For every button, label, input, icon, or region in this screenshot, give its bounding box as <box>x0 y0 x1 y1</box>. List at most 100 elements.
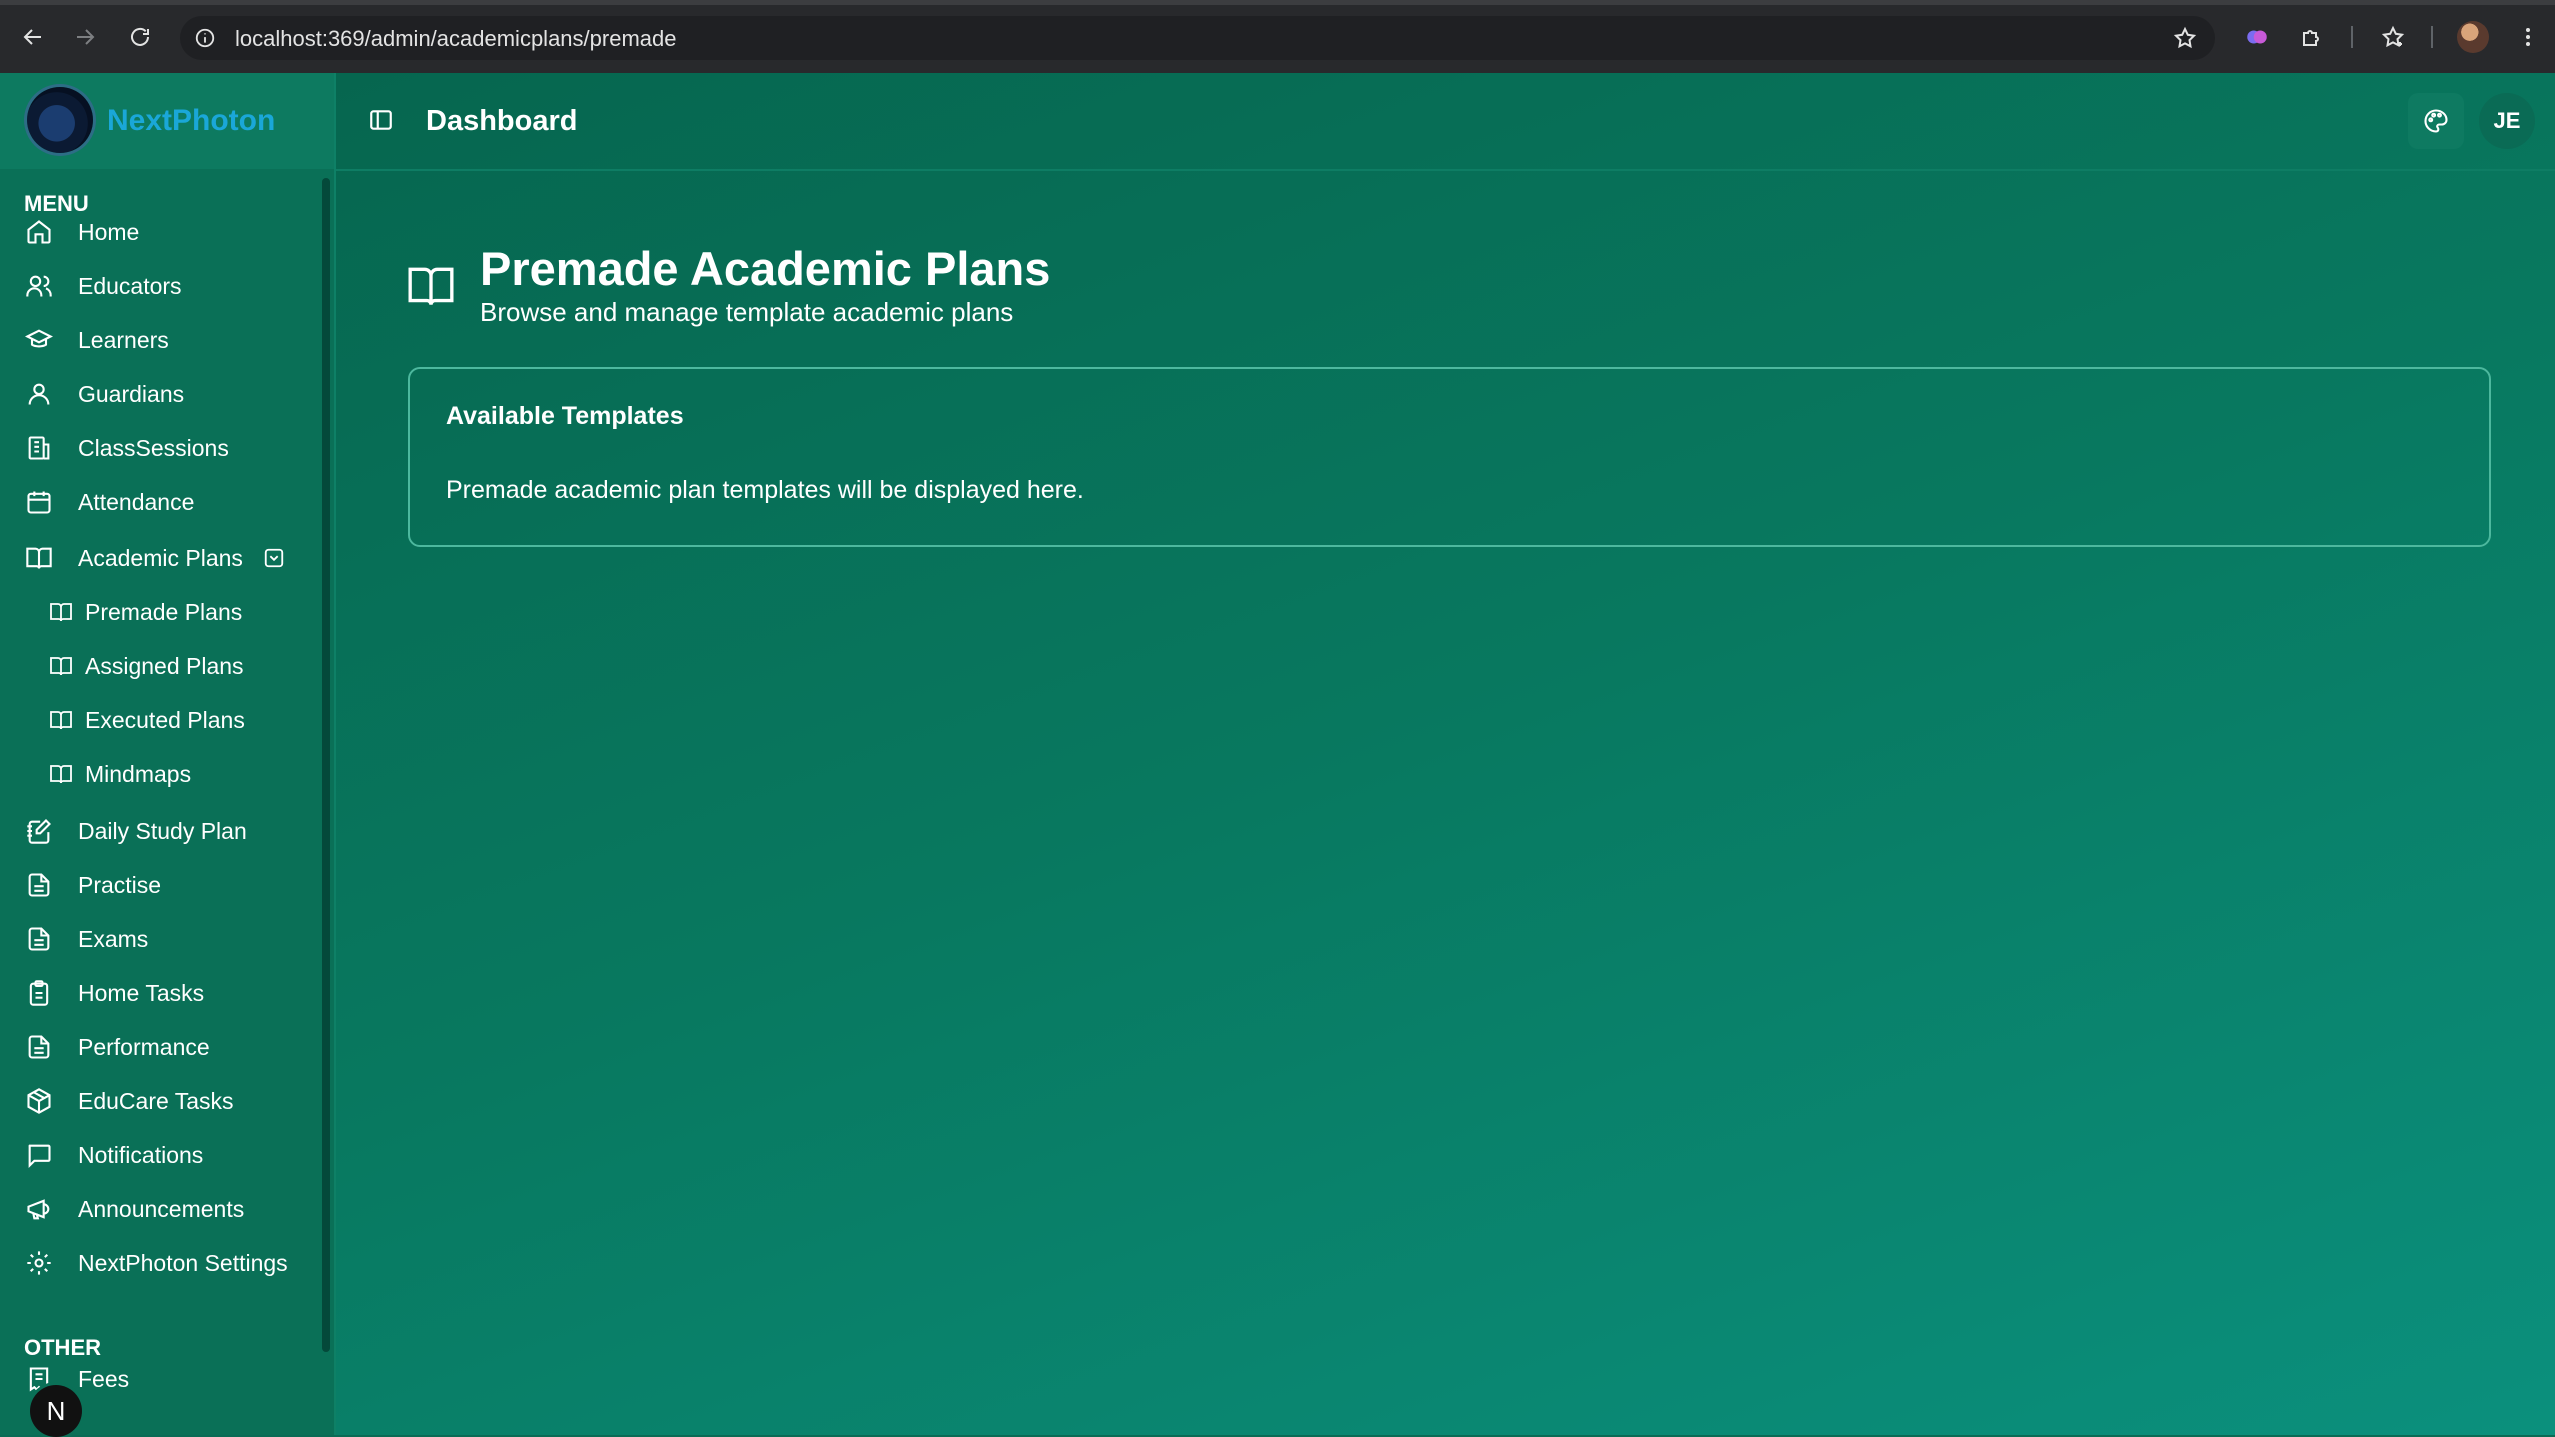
page-title: Premade Academic Plans <box>480 242 1051 295</box>
sidebar-item-daily-study-plan[interactable]: Daily Study Plan <box>24 811 247 851</box>
sidebar-subitem-premade-plans[interactable]: Premade Plans <box>48 592 242 632</box>
sidebar-item-label: Daily Study Plan <box>78 817 247 844</box>
sidebar-item-label: Announcements <box>78 1195 245 1222</box>
arrow-right-icon <box>77 29 95 45</box>
clipboard-icon <box>24 978 54 1008</box>
sidebar-item-announcements[interactable]: Announcements <box>24 1189 244 1229</box>
back-button[interactable] <box>18 22 48 52</box>
sidebar-item-label: Home <box>78 218 140 245</box>
message-square-icon <box>24 1140 54 1170</box>
user-icon <box>24 379 54 409</box>
sidebar-item-home-tasks[interactable]: Home Tasks <box>24 973 204 1013</box>
toolbar-separator <box>2351 26 2353 48</box>
book-open-icon <box>24 543 54 573</box>
home-icon <box>24 217 54 247</box>
sidebar-item-learners[interactable]: Learners <box>24 320 169 360</box>
sidebar-menu: MENU Home Educators Learners Guardians C… <box>0 169 334 1435</box>
address-bar[interactable]: localhost:369/admin/academicplans/premad… <box>180 16 2215 60</box>
forward-button[interactable] <box>70 22 100 52</box>
sidebar-item-educators[interactable]: Educators <box>24 266 182 306</box>
browser-menu-icon[interactable] <box>2513 22 2543 52</box>
sidebar-item-label: Fees <box>78 1365 130 1392</box>
sidebar-item-label: Performance <box>78 1033 210 1060</box>
sidebar-scrollbar[interactable] <box>322 178 330 1352</box>
sidebar-toggle-button[interactable] <box>368 107 394 133</box>
extension-brain-icon[interactable] <box>2242 22 2272 52</box>
sidebar-item-performance[interactable]: Performance <box>24 1027 210 1067</box>
sidebar-item-label: ClassSessions <box>78 434 229 461</box>
brand-logo <box>27 87 93 153</box>
sidebar-item-label: Learners <box>78 326 169 353</box>
url-text[interactable]: localhost:369/admin/academicplans/premad… <box>235 26 676 52</box>
book-open-icon <box>48 707 74 733</box>
other-section-title: OTHER <box>24 1335 101 1360</box>
sidebar-item-label: Educators <box>78 272 182 299</box>
app-root: NextPhoton MENU Home Educators Learners … <box>0 73 2555 1437</box>
sidebar-subitem-label: Mindmaps <box>85 760 192 787</box>
extensions-puzzle-icon[interactable] <box>2297 22 2327 52</box>
sidebar-subitem-mindmaps[interactable]: Mindmaps <box>48 754 191 794</box>
tab-strip-edge <box>0 0 2555 5</box>
reload-icon <box>131 27 149 46</box>
card-title: Available Templates <box>446 402 684 430</box>
sidebar-item-label: Notifications <box>78 1141 204 1168</box>
sidebar-item-label: EduCare Tasks <box>78 1087 234 1114</box>
templates-card: Available Templates Premade academic pla… <box>408 367 2491 547</box>
sidebar-item-label: Academic Plans <box>78 544 243 571</box>
sidebar-item-nextphoton-settings[interactable]: NextPhoton Settings <box>24 1243 288 1283</box>
toolbar-separator <box>2431 26 2433 48</box>
book-open-icon <box>48 599 74 625</box>
sidebar-item-label: Attendance <box>78 488 195 515</box>
sidebar-subitem-assigned-plans[interactable]: Assigned Plans <box>48 646 244 686</box>
site-info-icon[interactable] <box>194 27 216 49</box>
palette-icon <box>2424 109 2448 133</box>
users-icon <box>24 271 54 301</box>
graduation-cap-icon <box>24 325 54 355</box>
sidebar-item-label: NextPhoton Settings <box>78 1249 288 1276</box>
megaphone-icon <box>24 1194 54 1224</box>
browser-profile-avatar[interactable] <box>2457 21 2489 53</box>
building-icon <box>24 433 54 463</box>
file-text-icon <box>24 924 54 954</box>
sidebar-item-classsessions[interactable]: ClassSessions <box>24 428 229 468</box>
book-open-icon <box>48 761 74 787</box>
sidebar-item-educare-tasks[interactable]: EduCare Tasks <box>24 1081 234 1121</box>
sidebar-item-practise[interactable]: Practise <box>24 865 161 905</box>
file-text-icon <box>24 870 54 900</box>
brand-name: NextPhoton <box>107 104 276 137</box>
arrow-left-icon <box>23 29 41 45</box>
user-avatar[interactable]: JE <box>2479 93 2535 149</box>
header-title: Dashboard <box>426 105 578 137</box>
book-open-icon <box>406 261 456 311</box>
sidebar-item-attendance[interactable]: Attendance <box>24 482 194 522</box>
brand[interactable]: NextPhoton <box>0 73 334 169</box>
floating-action-button[interactable]: N <box>30 1385 82 1437</box>
top-header: Dashboard JE <box>336 73 2555 171</box>
bookmark-star-icon[interactable] <box>2173 26 2197 50</box>
sidebar-item-label: Home Tasks <box>78 979 205 1006</box>
gear-icon <box>24 1248 54 1278</box>
sidebar-item-label: Exams <box>78 925 149 952</box>
card-body-text: Premade academic plan templates will be … <box>446 476 1084 504</box>
reload-button[interactable] <box>125 22 155 52</box>
sidebar-item-home[interactable]: Home <box>24 212 139 252</box>
sidebar-subitem-label: Assigned Plans <box>85 652 244 679</box>
browser-toolbar: localhost:369/admin/academicplans/premad… <box>0 0 2555 73</box>
panel-left-icon <box>370 110 392 130</box>
main-content: Premade Academic Plans Browse and manage… <box>336 169 2555 1435</box>
sidebar-subitem-label: Premade Plans <box>85 598 243 625</box>
sidebar-item-notifications[interactable]: Notifications <box>24 1135 203 1175</box>
sidebar: NextPhoton MENU Home Educators Learners … <box>0 73 336 1435</box>
theme-palette-button[interactable] <box>2408 93 2464 149</box>
chevron-down-icon[interactable] <box>263 547 285 569</box>
sidebar-item-label: Guardians <box>78 380 185 407</box>
bookmarks-icon[interactable] <box>2378 22 2408 52</box>
sidebar-item-label: Practise <box>78 871 162 898</box>
sidebar-subitem-executed-plans[interactable]: Executed Plans <box>48 700 245 740</box>
calendar-icon <box>24 487 54 517</box>
sidebar-item-academic-plans[interactable]: Academic Plans <box>24 538 285 578</box>
sidebar-item-guardians[interactable]: Guardians <box>24 374 184 414</box>
sidebar-item-exams[interactable]: Exams <box>24 919 148 959</box>
page-subtitle: Browse and manage template academic plan… <box>480 297 1014 327</box>
sidebar-subitem-label: Executed Plans <box>85 706 245 733</box>
